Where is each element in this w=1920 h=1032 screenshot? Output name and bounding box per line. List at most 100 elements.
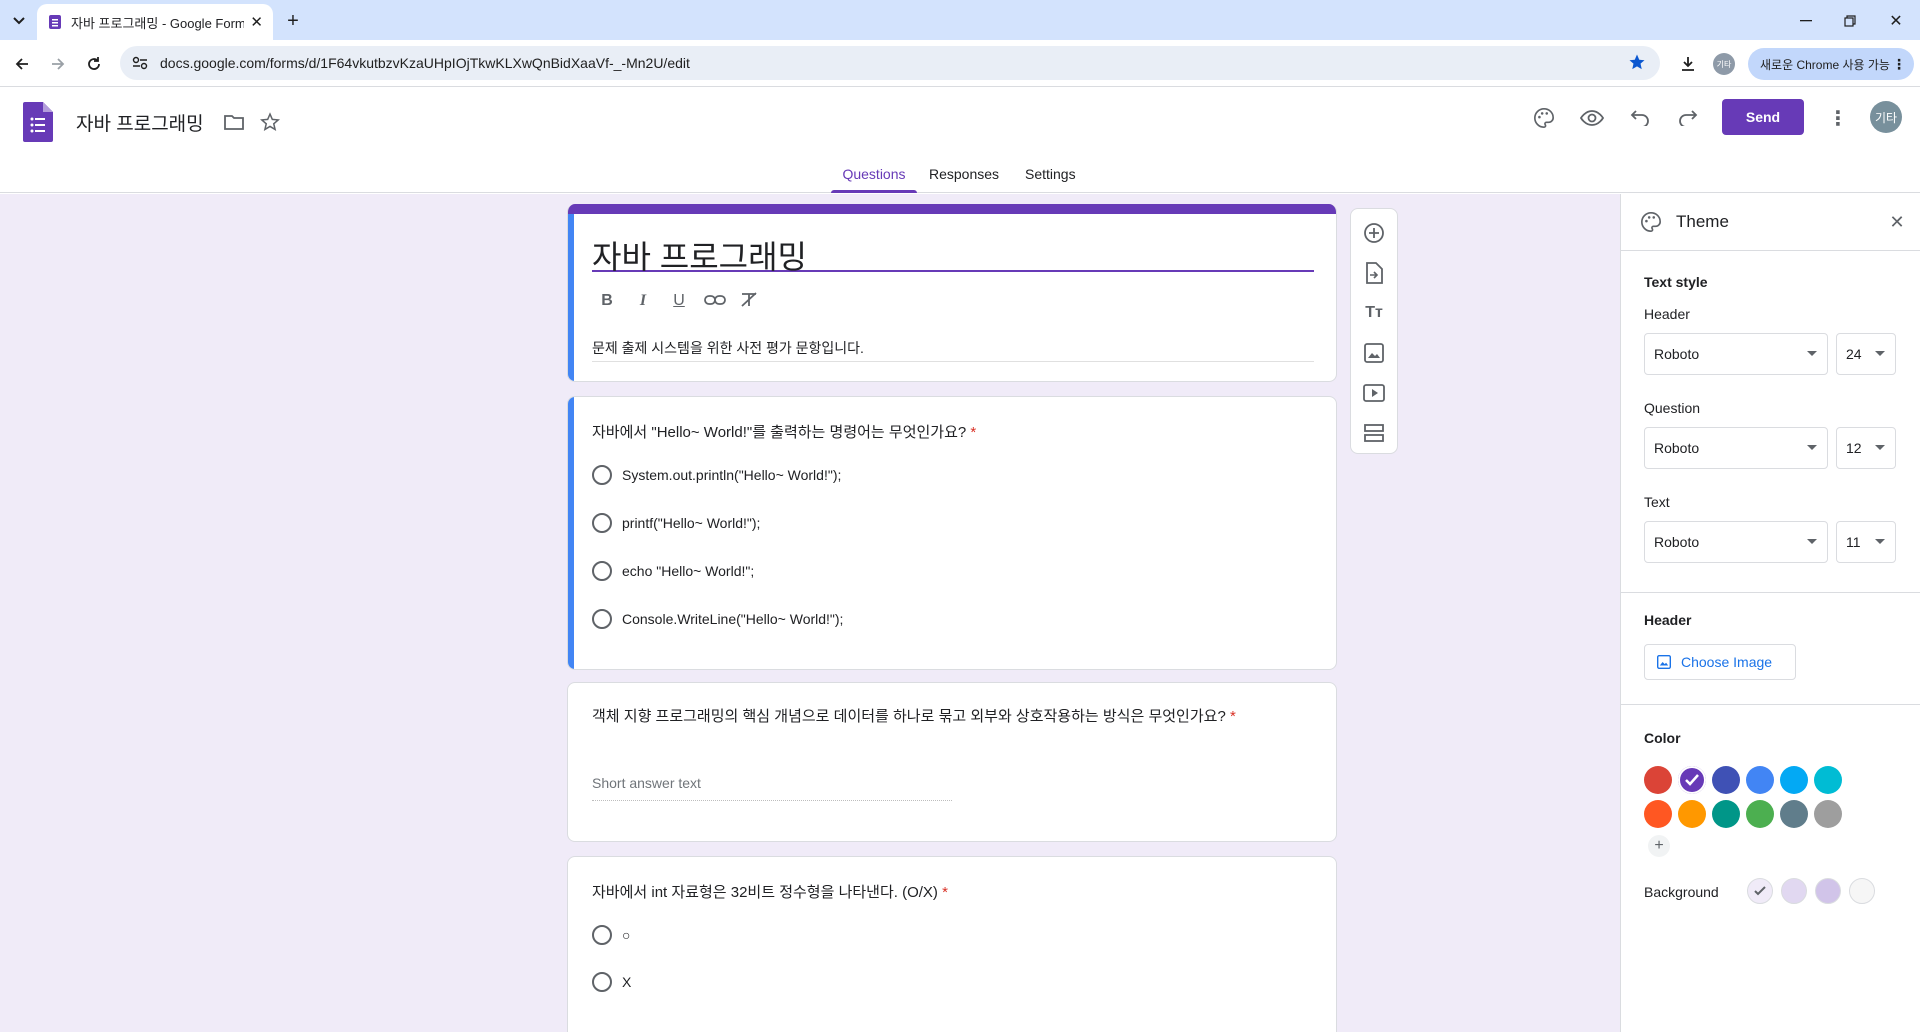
url-text: docs.google.com/forms/d/1F64vkutbzvKzaUH… [160, 55, 690, 71]
active-tab-indicator [831, 190, 917, 193]
text-size-select[interactable]: 11 [1836, 521, 1896, 563]
reload-icon[interactable] [82, 52, 106, 76]
required-asterisk: * [1229, 708, 1236, 725]
question-card-1[interactable]: 자바에서 "Hello~ World!"를 출력하는 명령어는 무엇인가요? *… [567, 396, 1337, 670]
add-question-icon[interactable] [1362, 221, 1386, 245]
clear-format-icon[interactable] [740, 292, 762, 310]
tab-search-icon[interactable] [8, 10, 30, 32]
tab-title: 자바 프로그래밍 - Google Forms [71, 15, 245, 31]
close-window-icon[interactable]: ✕ [1884, 10, 1908, 32]
option-row[interactable]: Console.WriteLine("Hello~ World!"); [592, 609, 843, 629]
link-icon[interactable] [704, 292, 726, 310]
option-row[interactable]: echo "Hello~ World!"; [592, 561, 754, 581]
color-swatch[interactable] [1712, 800, 1740, 828]
color-swatch[interactable] [1644, 766, 1672, 794]
download-icon[interactable] [1676, 52, 1700, 76]
customize-theme-icon[interactable] [1532, 106, 1556, 130]
star-icon[interactable] [258, 110, 282, 134]
back-icon[interactable] [10, 52, 34, 76]
background-swatch[interactable] [1849, 878, 1875, 904]
browser-tab[interactable]: 자바 프로그래밍 - Google Forms ✕ [37, 4, 273, 40]
option-row[interactable]: ○ [592, 925, 630, 945]
chrome-update-chip[interactable]: 새로운 Chrome 사용 가능 ⋮ [1748, 48, 1914, 80]
background-swatch[interactable] [1815, 878, 1841, 904]
underline-icon[interactable]: U [668, 292, 690, 310]
import-questions-icon[interactable] [1362, 261, 1386, 285]
address-bar[interactable]: docs.google.com/forms/d/1F64vkutbzvKzaUH… [120, 46, 1660, 80]
color-swatch[interactable] [1746, 800, 1774, 828]
radio-button[interactable] [592, 561, 612, 581]
tab-settings[interactable]: Settings [1025, 166, 1076, 182]
header-font-value: Roboto [1654, 346, 1700, 362]
new-tab-icon[interactable]: + [282, 10, 304, 32]
color-swatch[interactable] [1712, 766, 1740, 794]
tab-strip: 자바 프로그래밍 - Google Forms ✕ + ✕ [0, 0, 1920, 40]
text-font-select[interactable]: Roboto [1644, 521, 1828, 563]
question-card-2[interactable]: 객체 지향 프로그래밍의 핵심 개념으로 데이터를 하나로 묶고 외부와 상호작… [567, 682, 1337, 842]
add-custom-color-icon[interactable]: + [1648, 835, 1670, 857]
more-options-icon[interactable]: ⋮ [1826, 106, 1850, 130]
undo-icon[interactable] [1628, 106, 1652, 130]
tab-responses[interactable]: Responses [929, 166, 999, 182]
tab-questions[interactable]: Questions [831, 154, 917, 193]
account-avatar[interactable]: 기타 [1870, 101, 1902, 133]
choose-image-button[interactable]: Choose Image [1644, 644, 1796, 680]
add-title-icon[interactable]: Tт [1362, 301, 1386, 325]
radio-button[interactable] [592, 513, 612, 533]
minimize-icon[interactable] [1794, 10, 1818, 32]
question-size-select[interactable]: 12 [1836, 427, 1896, 469]
color-swatch[interactable] [1814, 766, 1842, 794]
color-swatch[interactable] [1746, 766, 1774, 794]
color-section-label: Color [1644, 730, 1681, 746]
color-swatch[interactable] [1780, 800, 1808, 828]
site-info-icon[interactable] [132, 56, 148, 70]
option-row[interactable]: printf("Hello~ World!"); [592, 513, 760, 533]
short-answer-placeholder: Short answer text [592, 775, 952, 801]
add-image-icon[interactable] [1362, 341, 1386, 365]
close-tab-icon[interactable]: ✕ [250, 13, 263, 31]
radio-button[interactable] [592, 925, 612, 945]
background-swatch[interactable] [1747, 878, 1773, 904]
google-forms-logo-icon[interactable] [22, 102, 54, 142]
color-swatch[interactable] [1678, 800, 1706, 828]
question-title: 객체 지향 프로그래밍의 핵심 개념으로 데이터를 하나로 묶고 외부와 상호작… [592, 705, 1292, 729]
radio-button[interactable] [592, 465, 612, 485]
header-image-section-label: Header [1644, 612, 1692, 628]
form-editor-canvas: 자바 프로그래밍 B I U 문제 출제 시스템을 위한 사전 평가 문항입니다… [0, 194, 1620, 1032]
radio-button[interactable] [592, 609, 612, 629]
header-size-select[interactable]: 24 [1836, 333, 1896, 375]
redo-icon[interactable] [1676, 106, 1700, 130]
color-swatch[interactable] [1814, 800, 1842, 828]
form-doc-title[interactable]: 자바 프로그래밍 [76, 109, 204, 136]
header-font-select[interactable]: Roboto [1644, 333, 1828, 375]
radio-button[interactable] [592, 972, 612, 992]
text-font-value: Roboto [1654, 534, 1700, 550]
form-title-card[interactable]: 자바 프로그래밍 B I U 문제 출제 시스템을 위한 사전 평가 문항입니다… [567, 204, 1337, 382]
add-video-icon[interactable] [1362, 381, 1386, 405]
send-button[interactable]: Send [1722, 99, 1804, 135]
add-section-icon[interactable] [1362, 421, 1386, 445]
dropdown-caret-icon [1875, 539, 1885, 544]
restore-icon[interactable] [1838, 10, 1862, 32]
check-icon [1754, 886, 1766, 896]
question-font-select[interactable]: Roboto [1644, 427, 1828, 469]
more-vert-icon: ⋮ [1892, 55, 1906, 72]
close-panel-icon[interactable]: ✕ [1885, 210, 1909, 234]
question-card-3[interactable]: 자바에서 int 자료형은 32비트 정수형을 나타낸다. (O/X) * ○ … [567, 856, 1337, 1032]
header-size-value: 24 [1846, 346, 1862, 362]
profile-avatar[interactable]: 기타 [1713, 53, 1735, 75]
color-swatch[interactable] [1780, 766, 1808, 794]
folder-icon[interactable] [222, 110, 246, 134]
forward-icon[interactable] [46, 52, 70, 76]
preview-eye-icon[interactable] [1580, 106, 1604, 130]
form-title-input[interactable]: 자바 프로그래밍 [592, 232, 1314, 275]
background-swatch[interactable] [1781, 878, 1807, 904]
option-row[interactable]: X [592, 972, 631, 992]
bookmark-star-icon[interactable] [1628, 53, 1646, 71]
color-swatch[interactable] [1678, 766, 1706, 794]
color-swatch[interactable] [1644, 800, 1672, 828]
form-description-input[interactable]: 문제 출제 시스템을 위한 사전 평가 문항입니다. [592, 338, 1314, 362]
option-row[interactable]: System.out.println("Hello~ World!"); [592, 465, 841, 485]
italic-icon[interactable]: I [632, 292, 654, 310]
bold-icon[interactable]: B [596, 292, 618, 310]
